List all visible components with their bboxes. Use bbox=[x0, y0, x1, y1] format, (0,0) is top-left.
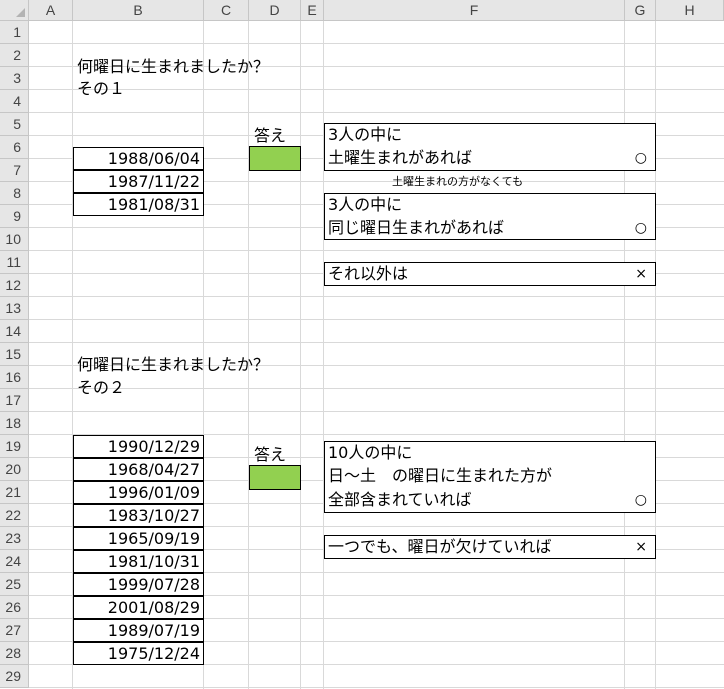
row-header[interactable]: 3 bbox=[0, 67, 29, 90]
section1-answer-cell[interactable] bbox=[249, 146, 301, 171]
section2-rule1-mark: ○ bbox=[634, 492, 647, 508]
section2-date[interactable]: 1999/07/28 bbox=[73, 573, 204, 596]
section2-rule1-line2: 日～土 の曜日に生まれた方が bbox=[328, 466, 553, 485]
select-all-icon bbox=[16, 8, 25, 17]
row-header[interactable]: 18 bbox=[0, 412, 29, 435]
row-header[interactable]: 29 bbox=[0, 665, 29, 688]
section2-date[interactable]: 1989/07/19 bbox=[73, 619, 204, 642]
section1-rule1-line2: 土曜生まれがあれば bbox=[328, 148, 473, 167]
gridline-horizontal bbox=[29, 296, 724, 297]
row-header[interactable]: 14 bbox=[0, 320, 29, 343]
section1-title[interactable]: 何曜日に生まれましたか？ bbox=[77, 56, 269, 78]
section1-rule3-box[interactable]: それ以外は × bbox=[324, 262, 656, 286]
section2-rule2-box[interactable]: 一つでも、曜日が欠けていれば × bbox=[324, 535, 656, 559]
gridline-vertical bbox=[624, 21, 625, 689]
section2-subtitle[interactable]: その２ bbox=[77, 377, 125, 399]
row-header[interactable]: 25 bbox=[0, 573, 29, 596]
row-header[interactable]: 17 bbox=[0, 389, 29, 412]
section2-date[interactable]: 1975/12/24 bbox=[73, 642, 204, 665]
row-header[interactable]: 12 bbox=[0, 274, 29, 297]
row-header[interactable]: 19 bbox=[0, 435, 29, 458]
section2-date[interactable]: 1981/10/31 bbox=[73, 550, 204, 573]
gridline-horizontal bbox=[29, 342, 724, 343]
row-header[interactable]: 22 bbox=[0, 504, 29, 527]
gridline-horizontal bbox=[29, 43, 724, 44]
section1-date-3[interactable]: 1981/08/31 bbox=[73, 193, 204, 216]
row-header[interactable]: 16 bbox=[0, 366, 29, 389]
section1-rule3-mark: × bbox=[635, 266, 647, 282]
section1-rule2-line1: 3人の中に bbox=[328, 195, 403, 214]
section1-rule2-box[interactable]: 3人の中に 同じ曜日生まれがあれば ○ bbox=[324, 193, 656, 240]
section2-date[interactable]: 1990/12/29 bbox=[73, 435, 204, 458]
section1-rule1-mark: ○ bbox=[634, 150, 647, 166]
section2-date[interactable]: 2001/08/29 bbox=[73, 596, 204, 619]
spreadsheet[interactable]: ABCDEFGH 1 2 3 4 5 6 7 8 9 10 11 12 13 14 15 16 17 18 19 20… bbox=[0, 0, 724, 689]
row-header[interactable]: 28 bbox=[0, 642, 29, 665]
gridline-horizontal bbox=[29, 112, 724, 113]
section2-answer-cell[interactable] bbox=[249, 465, 301, 490]
row-header[interactable]: 20 bbox=[0, 458, 29, 481]
column-header[interactable]: G bbox=[625, 0, 656, 21]
section2-date[interactable]: 1996/01/09 bbox=[73, 481, 204, 504]
section1-rule1-box[interactable]: 3人の中に 土曜生まれがあれば ○ bbox=[324, 123, 656, 171]
section2-rule1-line3: 全部含まれていれば bbox=[328, 490, 472, 509]
gridline-horizontal bbox=[29, 319, 724, 320]
row-header[interactable]: 4 bbox=[0, 90, 29, 113]
gridline-vertical bbox=[655, 21, 656, 689]
column-header[interactable]: B bbox=[73, 0, 204, 21]
row-header[interactable]: 13 bbox=[0, 297, 29, 320]
column-header[interactable]: H bbox=[656, 0, 724, 21]
section1-rule2-line2: 同じ曜日生まれがあれば bbox=[328, 218, 505, 237]
row-header[interactable]: 21 bbox=[0, 481, 29, 504]
row-header[interactable]: 11 bbox=[0, 251, 29, 274]
section2-answer-label[interactable]: 答え bbox=[254, 444, 286, 466]
section1-answer-label[interactable]: 答え bbox=[254, 125, 286, 147]
select-all-corner[interactable] bbox=[0, 0, 29, 21]
section2-title[interactable]: 何曜日に生まれましたか？ bbox=[77, 354, 269, 376]
row-header[interactable]: 27 bbox=[0, 619, 29, 642]
row-header[interactable]: 9 bbox=[0, 205, 29, 228]
section1-rule2-mark: ○ bbox=[634, 220, 647, 236]
row-header[interactable]: 6 bbox=[0, 136, 29, 159]
row-header[interactable]: 24 bbox=[0, 550, 29, 573]
gridline-horizontal bbox=[29, 687, 724, 688]
column-header[interactable]: D bbox=[249, 0, 301, 21]
column-header[interactable]: E bbox=[301, 0, 324, 21]
section1-date-1[interactable]: 1988/06/04 bbox=[73, 147, 204, 170]
column-header[interactable]: F bbox=[324, 0, 625, 21]
row-header[interactable]: 15 bbox=[0, 343, 29, 366]
section2-date[interactable]: 1968/04/27 bbox=[73, 458, 204, 481]
row-header[interactable]: 8 bbox=[0, 182, 29, 205]
section1-note[interactable]: 土曜生まれの方がなくても bbox=[392, 171, 523, 193]
row-header[interactable]: 10 bbox=[0, 228, 29, 251]
column-header[interactable]: A bbox=[29, 0, 73, 21]
row-header[interactable]: 2 bbox=[0, 44, 29, 67]
section2-rule2-line1: 一つでも、曜日が欠けていれば bbox=[328, 537, 552, 556]
section1-rule1-line1: 3人の中に bbox=[328, 125, 403, 144]
row-header[interactable]: 1 bbox=[0, 21, 29, 44]
section2-rule1-line1: 10人の中に bbox=[328, 443, 413, 462]
gridline-horizontal bbox=[29, 89, 724, 90]
column-header[interactable]: C bbox=[204, 0, 249, 21]
row-header[interactable]: 23 bbox=[0, 527, 29, 550]
row-header[interactable]: 5 bbox=[0, 113, 29, 136]
gridline-vertical bbox=[323, 21, 324, 689]
section1-subtitle[interactable]: その１ bbox=[77, 78, 125, 100]
row-header[interactable]: 7 bbox=[0, 159, 29, 182]
gridline-vertical bbox=[300, 21, 301, 689]
gridline-horizontal bbox=[29, 388, 724, 389]
section1-date-2[interactable]: 1987/11/22 bbox=[73, 170, 204, 193]
gridline-horizontal bbox=[29, 250, 724, 251]
section1-rule3-line1: それ以外は bbox=[328, 264, 409, 283]
gridline-horizontal bbox=[29, 411, 724, 412]
section2-date[interactable]: 1983/10/27 bbox=[73, 504, 204, 527]
section2-date[interactable]: 1965/09/19 bbox=[73, 527, 204, 550]
section2-rule2-mark: × bbox=[635, 539, 647, 555]
section2-rule1-box[interactable]: 10人の中に 日～土 の曜日に生まれた方が 全部含まれていれば ○ bbox=[324, 441, 656, 513]
row-header[interactable]: 26 bbox=[0, 596, 29, 619]
